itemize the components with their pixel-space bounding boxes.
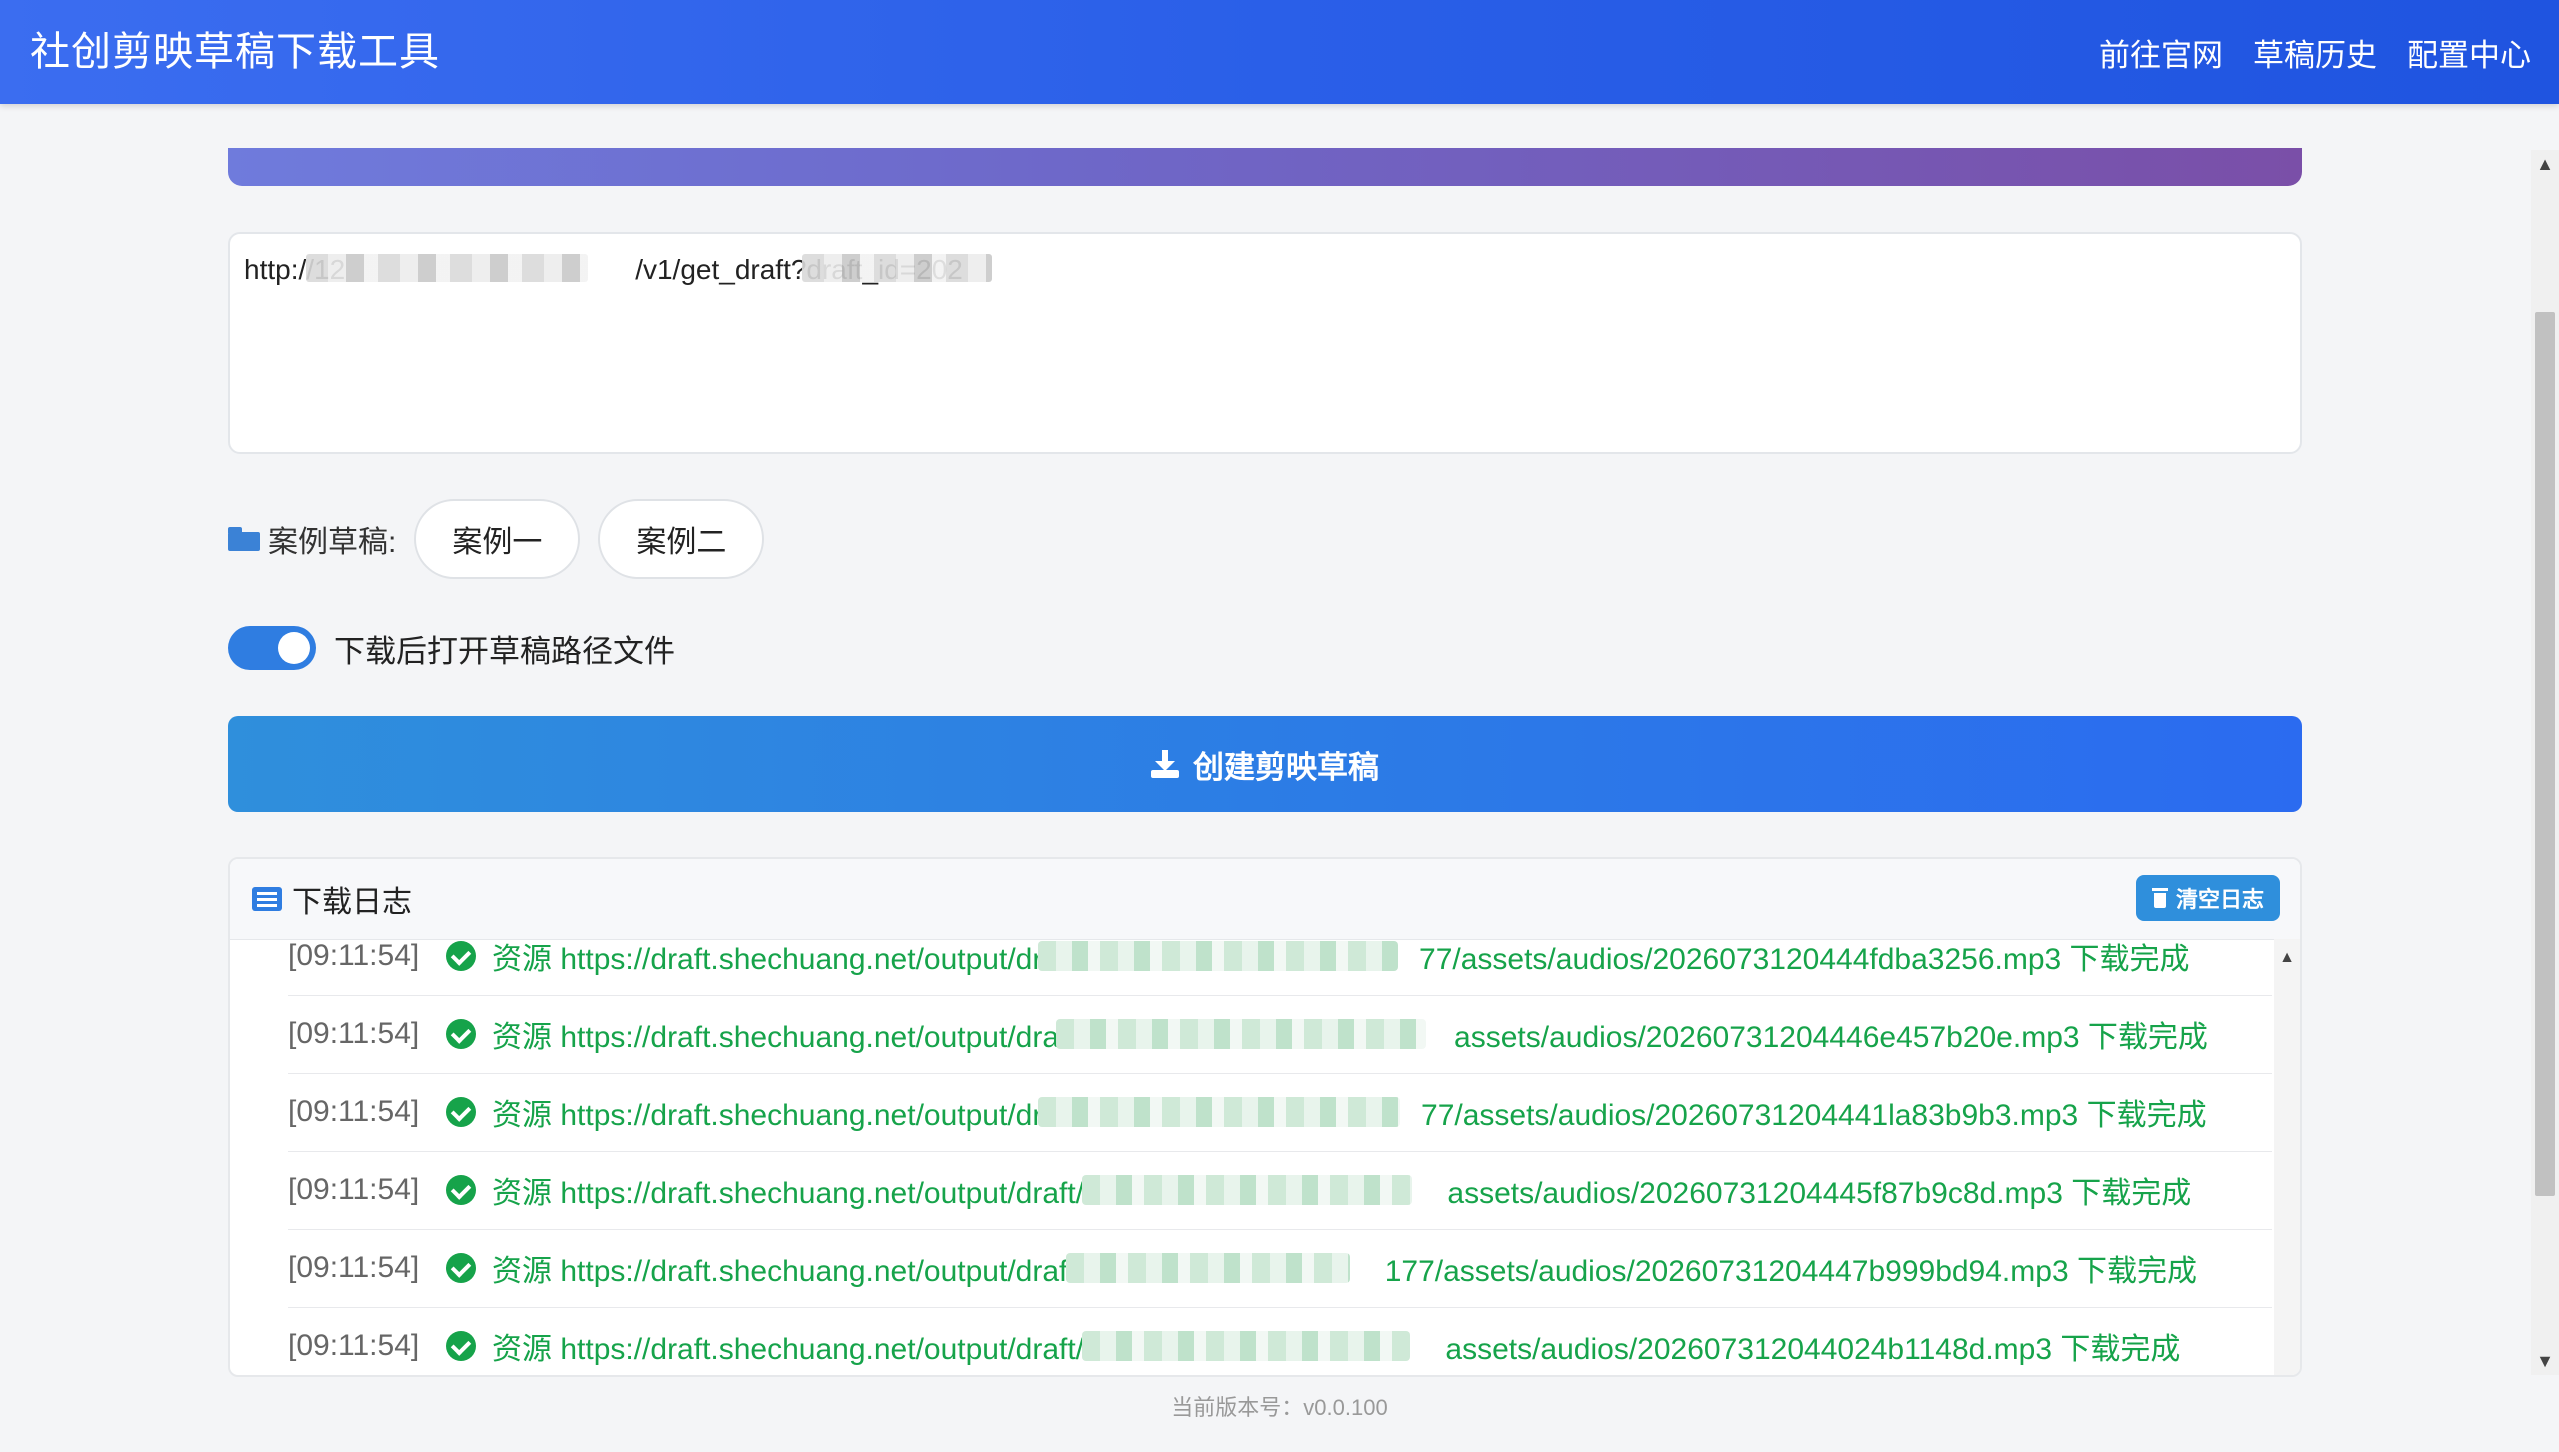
list-icon bbox=[252, 887, 282, 911]
log-time: [09:11:54] bbox=[288, 1329, 420, 1362]
trash-icon bbox=[2151, 888, 2168, 908]
sample-one-button[interactable]: 案例一 bbox=[414, 499, 581, 579]
draft-url-input[interactable]: http://12/v1/get_draft?draft_id=202 bbox=[228, 232, 2302, 454]
top-navbar: 社创剪映草稿下载工具 前往官网 草稿历史 配置中心 bbox=[0, 0, 2559, 104]
log-row: [09:11:54] 资源 https://draft.shechuang.ne… bbox=[288, 1073, 2272, 1152]
redacted-url-block bbox=[802, 254, 992, 282]
log-list[interactable]: [09:11:54] 资源 https://draft.shechuang.ne… bbox=[230, 939, 2300, 1375]
log-time: [09:11:54] bbox=[288, 1095, 420, 1128]
version-label: 当前版本号： bbox=[1171, 1395, 1304, 1420]
redacted-log-block bbox=[1038, 941, 1398, 971]
redacted-url-block bbox=[306, 254, 588, 282]
create-draft-button[interactable]: 创建剪映草稿 bbox=[228, 716, 2302, 812]
download-icon bbox=[1151, 750, 1179, 778]
log-header: 下载日志 清空日志 bbox=[230, 859, 2300, 940]
scroll-up-arrow-icon[interactable]: ▲ bbox=[2531, 150, 2559, 178]
download-log-panel: 下载日志 清空日志 [09:11:54] 资源 https://draft.sh… bbox=[228, 857, 2302, 1377]
check-circle-icon bbox=[446, 1253, 476, 1283]
log-row: [09:11:54] 资源 https://draft.shechuang.ne… bbox=[288, 939, 2272, 996]
redacted-log-block bbox=[1056, 1019, 1426, 1049]
folder-open-icon bbox=[228, 527, 260, 551]
scroll-up-arrow-icon[interactable]: ▲ bbox=[2274, 949, 2300, 967]
page-scrollbar[interactable]: ▲ ▼ bbox=[2531, 150, 2559, 1375]
check-circle-icon bbox=[446, 1331, 476, 1361]
sample-two-button[interactable]: 案例二 bbox=[598, 499, 765, 579]
version-footer: 当前版本号：v0.0.100 bbox=[0, 1390, 2559, 1422]
nav-link-draft-history[interactable]: 草稿历史 bbox=[2253, 30, 2377, 75]
scroll-down-arrow-icon[interactable]: ▼ bbox=[2531, 1347, 2559, 1375]
nav-link-website[interactable]: 前往官网 bbox=[2099, 30, 2223, 75]
version-number: v0.0.100 bbox=[1303, 1395, 1388, 1420]
scrollbar-thumb[interactable] bbox=[2535, 312, 2555, 1196]
log-time: [09:11:54] bbox=[288, 1017, 420, 1050]
log-row: [09:11:54] 资源 https://draft.shechuang.ne… bbox=[288, 1307, 2272, 1375]
check-circle-icon bbox=[446, 1097, 476, 1127]
log-time: [09:11:54] bbox=[288, 1251, 420, 1284]
log-time: [09:11:54] bbox=[288, 939, 420, 972]
log-row: [09:11:54] 资源 https://draft.shechuang.ne… bbox=[288, 1229, 2272, 1308]
app-title: 社创剪映草稿下载工具 bbox=[30, 30, 440, 74]
redacted-log-block bbox=[1082, 1331, 1410, 1361]
log-row: [09:11:54] 资源 https://draft.shechuang.ne… bbox=[288, 1151, 2272, 1230]
redacted-log-block bbox=[1066, 1253, 1350, 1283]
check-circle-icon bbox=[446, 1019, 476, 1049]
open-after-download-toggle[interactable] bbox=[228, 626, 316, 670]
nav-links: 前往官网 草稿历史 配置中心 bbox=[2099, 0, 2531, 104]
clear-log-button[interactable]: 清空日志 bbox=[2135, 875, 2280, 921]
open-after-download-row: 下载后打开草稿路径文件 bbox=[228, 626, 675, 670]
log-row: [09:11:54] 资源 https://draft.shechuang.ne… bbox=[288, 995, 2272, 1074]
log-time: [09:11:54] bbox=[288, 1173, 420, 1206]
nav-link-config-center[interactable]: 配置中心 bbox=[2407, 30, 2531, 75]
check-circle-icon bbox=[446, 941, 476, 971]
open-after-download-label: 下载后打开草稿路径文件 bbox=[334, 633, 675, 669]
redacted-log-block bbox=[1038, 1097, 1400, 1127]
check-circle-icon bbox=[446, 1175, 476, 1205]
log-title: 下载日志 bbox=[252, 859, 412, 939]
log-scrollbar[interactable]: ▲ bbox=[2274, 939, 2300, 1375]
redacted-log-block bbox=[1082, 1175, 1412, 1205]
sample-drafts-label: 案例草稿: bbox=[228, 517, 396, 561]
create-draft-label: 创建剪映草稿 bbox=[1193, 749, 1379, 785]
gradient-banner bbox=[228, 148, 2302, 186]
sample-drafts: 案例草稿: 案例一 案例二 bbox=[228, 498, 765, 580]
